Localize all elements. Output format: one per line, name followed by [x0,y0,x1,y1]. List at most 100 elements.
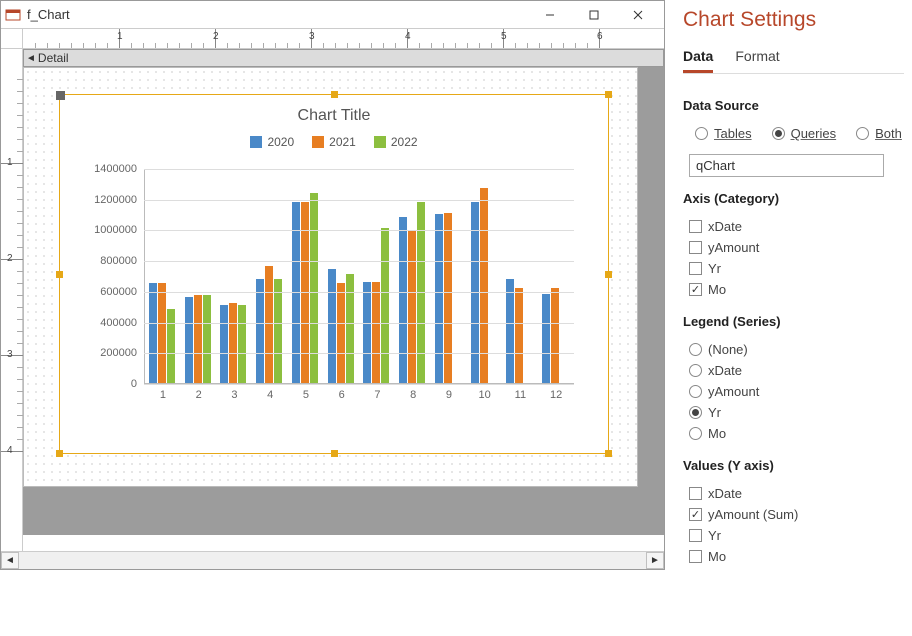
close-button[interactable] [616,2,660,28]
legend-radio-mo[interactable]: Mo [689,423,904,444]
tab-data[interactable]: Data [683,46,713,73]
resize-handle[interactable] [56,91,65,100]
x-axis-tick-label: 5 [303,389,309,401]
bar [203,295,211,383]
legend-radio-xdate[interactable]: xDate [689,360,904,381]
bar [435,214,443,383]
bar [551,288,559,383]
values-check-mo[interactable]: Mo [689,546,904,567]
chart-legend: 202020212022 [250,135,417,149]
detail-label: Detail [38,51,69,65]
form-icon [5,7,21,23]
bar [310,193,318,383]
data-source-radios: Tables Queries Both [689,123,904,144]
bar [158,283,166,383]
legend-series-label: Legend (Series) [683,314,904,329]
bar [274,279,282,383]
form-design-window: f_Chart ◄ Detail [0,0,665,570]
bar-group: 1 [149,283,177,383]
minimize-button[interactable] [528,2,572,28]
resize-handle[interactable] [56,450,63,457]
bar [399,217,407,383]
chart-title: Chart Title [298,107,371,125]
x-axis-tick-label: 4 [267,389,273,401]
bar [194,295,202,383]
legend-item: 2021 [312,135,356,149]
bar-group: 11 [506,279,534,383]
axis-category-label: Axis (Category) [683,191,904,206]
y-axis-tick-label: 800000 [82,255,137,267]
y-axis-tick-label: 200000 [82,347,137,359]
resize-handle[interactable] [605,450,612,457]
values-check-xdate[interactable]: xDate [689,483,904,504]
chart-control[interactable]: Chart Title 202020212022 123456789101112… [59,94,609,454]
bar [381,228,389,383]
resize-handle[interactable] [605,91,612,98]
bar [185,297,193,383]
bar [220,305,228,383]
bar [363,282,371,383]
legend-radio-yr[interactable]: Yr [689,402,904,423]
bar [346,274,354,383]
radio-tables[interactable]: Tables [695,123,752,144]
design-canvas[interactable]: ◄ Detail Chart Title [23,49,664,551]
x-axis-tick-label: 12 [550,389,562,401]
x-axis-tick-label: 6 [339,389,345,401]
maximize-button[interactable] [572,2,616,28]
titlebar: f_Chart [1,1,664,29]
resize-handle[interactable] [331,91,338,98]
y-axis-tick-label: 0 [82,378,137,390]
vertical-ruler[interactable] [1,49,23,551]
bar [238,305,246,383]
chart-plot: 123456789101112 020000040000060000080000… [84,159,584,409]
tab-format[interactable]: Format [735,46,779,73]
axis-check-yamount[interactable]: yAmount [689,237,904,258]
window-title: f_Chart [27,7,528,22]
bar-group: 6 [328,269,356,383]
x-axis-tick-label: 3 [231,389,237,401]
bar [408,231,416,383]
bar [337,283,345,383]
x-axis-tick-label: 10 [479,389,491,401]
bar [372,282,380,383]
values-y-label: Values (Y axis) [683,458,904,473]
bar [256,279,264,383]
axis-check-xdate[interactable]: xDate [689,216,904,237]
settings-title: Chart Settings [683,8,904,32]
bar-group: 3 [220,303,248,383]
axis-check-yr[interactable]: Yr [689,258,904,279]
x-axis-tick-label: 9 [446,389,452,401]
legend-radio-none[interactable]: (None) [689,339,904,360]
y-axis-tick-label: 400000 [82,317,137,329]
bar [229,303,237,383]
horizontal-scrollbar[interactable]: ◄ ► [1,551,664,569]
radio-both[interactable]: Both [856,123,902,144]
radio-queries[interactable]: Queries [772,123,837,144]
chart-settings-pane: Chart Settings Data Format Data Source T… [665,0,912,636]
legend-item: 2020 [250,135,294,149]
detail-section-header[interactable]: ◄ Detail [23,49,664,67]
values-check-yr[interactable]: Yr [689,525,904,546]
values-check-yamountsum[interactable]: yAmount (Sum) [689,504,904,525]
bar [506,279,514,383]
data-source-label: Data Source [683,98,904,113]
bar [444,213,452,383]
horizontal-ruler[interactable] [1,29,664,49]
y-axis-tick-label: 1000000 [82,224,137,236]
resize-handle[interactable] [605,271,612,278]
resize-handle[interactable] [331,450,338,457]
scroll-right-icon[interactable]: ► [646,552,664,569]
x-axis-tick-label: 7 [374,389,380,401]
axis-check-mo[interactable]: Mo [689,279,904,300]
bar-group: 5 [292,193,320,383]
scroll-left-icon[interactable]: ◄ [1,552,19,569]
bar [149,283,157,383]
chart-area: Chart Title 202020212022 123456789101112… [66,101,602,447]
data-source-input[interactable]: qChart [689,154,884,177]
resize-handle[interactable] [56,271,63,278]
design-grid[interactable]: Chart Title 202020212022 123456789101112… [23,67,638,487]
y-axis-tick-label: 1200000 [82,194,137,206]
settings-tabs: Data Format [683,46,904,74]
legend-radio-yamount[interactable]: yAmount [689,381,904,402]
x-axis-tick-label: 8 [410,389,416,401]
